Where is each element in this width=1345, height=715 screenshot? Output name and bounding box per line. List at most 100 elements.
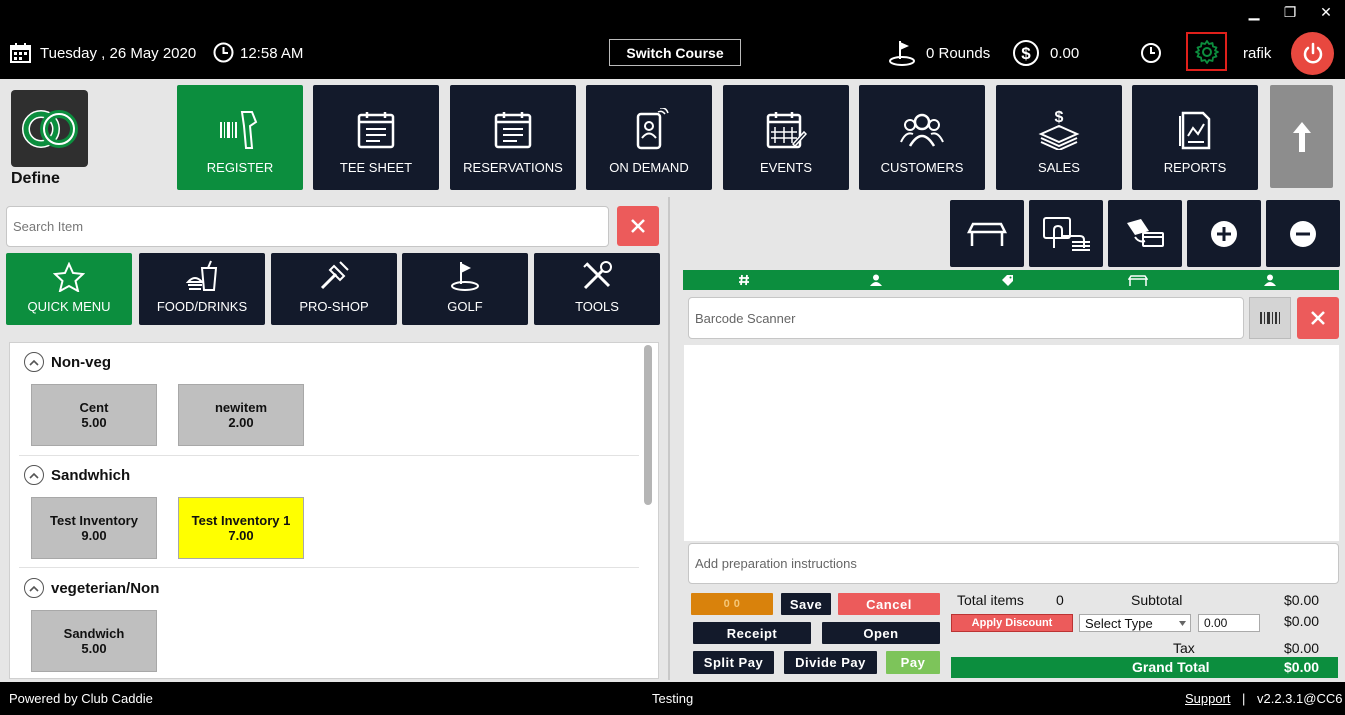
cancel-button[interactable]: Cancel [838, 593, 940, 615]
pay-button[interactable]: Pay [886, 651, 940, 674]
group-title: vegeterian/Non [51, 579, 160, 597]
hand-card-icon [1043, 216, 1090, 251]
category-label: GOLF [447, 299, 483, 314]
category-label: TOOLS [575, 299, 619, 314]
nav-customers[interactable]: CUSTOMERS [859, 85, 985, 190]
grand-total-value: $0.00 [1284, 659, 1320, 675]
tab-quick-menu[interactable]: QUICK MENU [6, 253, 132, 325]
card-payment-button[interactable] [1108, 200, 1182, 267]
item-tile[interactable]: Cent 5.00 [31, 384, 157, 446]
nav-reports[interactable]: REPORTS [1132, 85, 1258, 190]
grand-total-bar: Grand Total $0.00 [951, 657, 1338, 678]
nav-events[interactable]: EVENTS [723, 85, 849, 190]
clear-barcode-button[interactable] [1297, 297, 1339, 339]
table-button[interactable] [950, 200, 1024, 267]
seat-counter-button[interactable]: 0 0 [691, 593, 773, 615]
nav-on-demand[interactable]: ON DEMAND [586, 85, 712, 190]
item-price: 9.00 [81, 528, 107, 543]
gear-icon [1194, 39, 1219, 64]
save-button[interactable]: Save [781, 593, 831, 615]
item-tile[interactable]: Test Inventory 1 7.00 [178, 497, 304, 559]
customers-icon [900, 113, 944, 147]
add-quantity-button[interactable] [1187, 200, 1261, 267]
support-link[interactable]: Support [1185, 691, 1231, 706]
rounds-count: 0 Rounds [926, 45, 991, 62]
panel-divider [668, 197, 670, 680]
tab-pro-shop[interactable]: PRO-SHOP [271, 253, 397, 325]
preparation-instructions-input[interactable]: Add preparation instructions [688, 543, 1339, 584]
item-tile[interactable]: newitem 2.00 [178, 384, 304, 446]
item-tile[interactable]: Test Inventory 9.00 [31, 497, 157, 559]
item-price: 2.00 [228, 415, 254, 430]
collapse-up-button[interactable] [1270, 85, 1333, 188]
nav-label: ON DEMAND [609, 160, 689, 175]
nav-label: RESERVATIONS [463, 160, 563, 175]
close-window-icon[interactable]: ✕ [1315, 4, 1337, 21]
tools-icon [583, 261, 612, 290]
tap-card-button[interactable] [1029, 200, 1103, 267]
remove-quantity-button[interactable] [1266, 200, 1340, 267]
power-icon [1303, 42, 1322, 63]
receipt-button[interactable]: Receipt [693, 622, 811, 644]
barcode-button[interactable] [1249, 297, 1291, 339]
discount-value-input[interactable]: 0.00 [1198, 614, 1260, 632]
tax-label: Tax [1173, 640, 1195, 656]
svg-text:$: $ [1055, 109, 1064, 126]
split-pay-button[interactable]: Split Pay [693, 651, 774, 674]
group-header[interactable]: Non-veg [24, 352, 111, 372]
switch-course-button[interactable]: Switch Course [609, 39, 741, 66]
golf-flag-icon [451, 262, 479, 291]
apply-discount-button[interactable]: Apply Discount [951, 614, 1073, 632]
nav-register[interactable]: REGISTER [177, 85, 303, 190]
item-name: newitem [214, 400, 267, 415]
item-panel: Non-veg Cent 5.00 newitem 2.00 Sandwhich… [9, 342, 659, 679]
logout-button[interactable] [1291, 32, 1334, 75]
reports-icon [1179, 111, 1211, 150]
minimize-icon[interactable]: ▁ [1243, 4, 1265, 21]
golf-flag-icon [889, 41, 915, 66]
clear-search-button[interactable] [617, 206, 659, 246]
footer-separator: | [1242, 691, 1246, 706]
nav-label: CUSTOMERS [880, 160, 964, 175]
settings-button[interactable] [1186, 32, 1227, 71]
brand-logo [11, 90, 88, 167]
nav-tee-sheet[interactable]: TEE SHEET [313, 85, 439, 190]
barcode-scanner-input[interactable]: Barcode Scanner [688, 297, 1244, 339]
cart-items-area [684, 345, 1339, 541]
user-name: rafik [1243, 45, 1272, 62]
user-icon [1264, 274, 1276, 286]
nav-sales[interactable]: $ SALES [996, 85, 1122, 190]
club-logo-icon [21, 109, 78, 148]
tab-golf[interactable]: GOLF [402, 253, 528, 325]
tab-food-drinks[interactable]: FOOD/DRINKS [139, 253, 265, 325]
group-header[interactable]: vegeterian/Non [24, 578, 159, 598]
nav-label: REGISTER [206, 160, 274, 175]
calendar-icon [10, 43, 31, 63]
history-clock-icon[interactable] [1140, 42, 1162, 64]
nav-label: SALES [1038, 160, 1080, 175]
divide-pay-button[interactable]: Divide Pay [784, 651, 877, 674]
sales-icon: $ [1038, 109, 1080, 150]
star-icon [53, 262, 85, 292]
svg-text:$: $ [1021, 44, 1031, 63]
grand-total-label: Grand Total [1132, 659, 1210, 675]
chevron-up-icon [24, 578, 44, 598]
discount-type-select[interactable]: Select Type [1079, 614, 1191, 632]
nav-label: EVENTS [759, 160, 812, 175]
item-name: Test Inventory [50, 513, 138, 528]
version-text: v2.2.3.1@CC6 [1257, 691, 1343, 706]
item-tile[interactable]: Sandwich 5.00 [31, 610, 157, 672]
search-item-input[interactable]: Search Item [6, 206, 609, 247]
nav-reservations[interactable]: RESERVATIONS [450, 85, 576, 190]
mobile-user-icon [636, 108, 669, 150]
restore-icon[interactable]: ❐ [1279, 4, 1301, 21]
barcode-scanner-icon [220, 111, 258, 149]
calendar-icon [494, 112, 532, 149]
open-button[interactable]: Open [822, 622, 940, 644]
item-panel-scrollbar[interactable] [644, 345, 652, 505]
group-header[interactable]: Sandwhich [24, 465, 130, 485]
tab-tools[interactable]: TOOLS [534, 253, 660, 325]
table-icon [1128, 275, 1148, 286]
chevron-down-icon [1179, 621, 1186, 626]
discount-type-value: Select Type [1085, 615, 1153, 631]
